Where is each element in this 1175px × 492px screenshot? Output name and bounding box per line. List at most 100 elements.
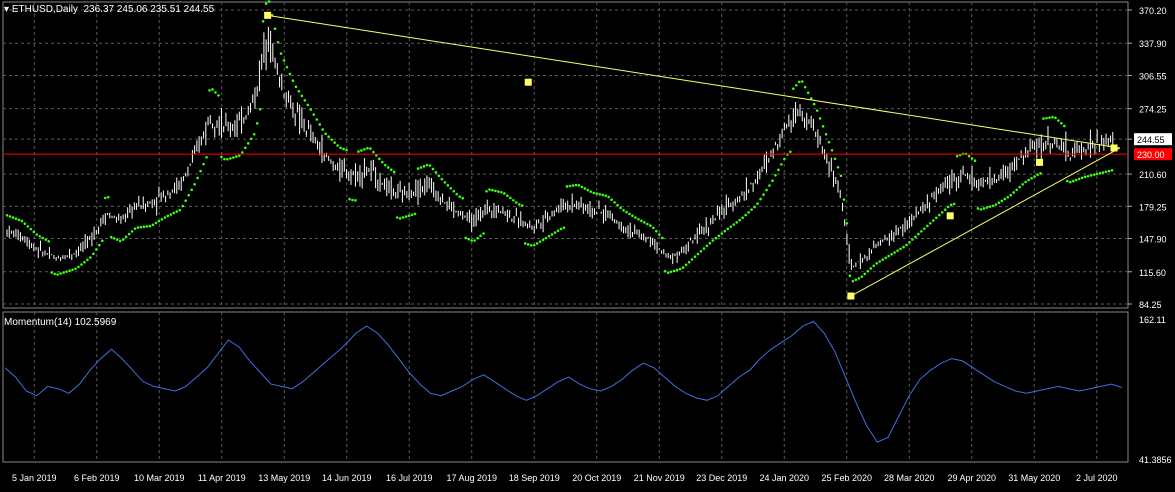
sar-dot xyxy=(723,229,727,233)
sar-dot xyxy=(14,217,18,221)
sar-dot xyxy=(169,213,173,216)
sar-dot xyxy=(118,239,122,243)
sar-dot xyxy=(1071,179,1075,183)
horizontal-level-label: 230.00 xyxy=(1137,150,1165,160)
y-tick-label: 306.55 xyxy=(1139,71,1167,81)
x-tick-label: 13 May 2019 xyxy=(258,473,310,483)
sar-dot xyxy=(1054,116,1057,120)
sar-dot xyxy=(863,272,867,276)
sar-dot xyxy=(559,227,563,231)
chart-svg[interactable]: 370.20 337.90 306.55 274.25 244.55 210.60 179.… xyxy=(0,0,1175,487)
sar-dot xyxy=(83,260,86,264)
sar-dot xyxy=(282,59,286,62)
sar-dot xyxy=(1086,174,1090,178)
sar-dot xyxy=(729,225,733,228)
sar-dot xyxy=(23,222,27,225)
sar-dot xyxy=(249,137,253,141)
sar-dot xyxy=(678,267,682,271)
sar-dot xyxy=(255,122,259,125)
sar-dot xyxy=(619,206,622,210)
sar-dot xyxy=(410,213,414,217)
y-tick-label: 179.25 xyxy=(1139,202,1167,212)
y-tick-label: 210.60 xyxy=(1139,170,1167,180)
chart-window[interactable]: 370.20 337.90 306.55 274.25 244.55 210.60 179.… xyxy=(0,0,1175,487)
sar-dot xyxy=(1051,115,1054,119)
sar-dot xyxy=(952,202,956,206)
sar-dot xyxy=(294,85,298,89)
sar-dot xyxy=(917,232,920,236)
sar-dot xyxy=(705,244,709,248)
sar-dot xyxy=(392,170,396,174)
sar-dot xyxy=(80,263,83,266)
sar-dot xyxy=(634,216,637,219)
sar-dot xyxy=(20,219,24,223)
sar-dot xyxy=(750,208,753,211)
sar-dot xyxy=(264,2,268,5)
x-tick-label: 21 Nov 2019 xyxy=(634,473,685,483)
sar-dot xyxy=(461,196,465,200)
sar-dot xyxy=(985,206,989,209)
sar-dot xyxy=(68,269,71,272)
sar-dot xyxy=(56,273,59,276)
sar-dot xyxy=(321,128,325,131)
sar-dot xyxy=(1110,169,1114,172)
sar-dot xyxy=(741,216,744,220)
sar-dot xyxy=(1083,175,1087,179)
sar-dot xyxy=(994,203,998,206)
sar-dot xyxy=(696,252,700,256)
sar-dot xyxy=(434,171,438,174)
sar-dot xyxy=(1060,121,1063,125)
trendline-anchor xyxy=(524,78,532,86)
momentum-line xyxy=(4,320,1123,443)
current-price-label: 244.55 xyxy=(1137,135,1165,145)
sar-dot xyxy=(366,146,369,150)
sar-dot xyxy=(756,202,759,205)
sar-dot xyxy=(479,234,482,238)
sar-dot xyxy=(1107,169,1111,173)
sar-dot xyxy=(240,151,244,154)
sar-dot xyxy=(672,269,676,273)
sar-dot xyxy=(893,251,896,254)
sar-dot xyxy=(943,208,947,211)
sar-dot xyxy=(631,214,634,217)
trendline-anchor xyxy=(847,292,855,300)
sar-dot xyxy=(485,189,488,193)
sar-dot xyxy=(1036,173,1039,176)
sar-dot xyxy=(818,117,822,120)
sar-dot xyxy=(759,197,762,201)
dropdown-icon[interactable]: ▾ xyxy=(4,4,12,15)
sar-dot xyxy=(1095,172,1099,176)
sar-dot xyxy=(297,89,301,93)
sar-dot xyxy=(184,199,188,202)
sar-dot xyxy=(431,167,435,171)
sar-dot xyxy=(842,198,846,201)
sar-dot xyxy=(348,197,351,201)
sar-dot xyxy=(1080,176,1084,180)
y-tick-label: 274.25 xyxy=(1139,105,1167,115)
sar-dot xyxy=(89,256,92,259)
x-tick-label: 6 Feb 2019 xyxy=(74,473,120,483)
sar-dot xyxy=(92,252,95,256)
sar-dot xyxy=(273,27,277,31)
sar-dot xyxy=(598,192,602,196)
sar-dot xyxy=(777,168,780,172)
trendline-anchor xyxy=(1110,144,1118,152)
sar-dot xyxy=(32,230,36,234)
sar-dot xyxy=(884,256,887,260)
sar-dot xyxy=(914,235,917,239)
sar-dot xyxy=(762,193,765,196)
sar-dot xyxy=(476,236,479,240)
sar-dot xyxy=(130,230,134,233)
sar-dot xyxy=(369,147,372,150)
sar-dot xyxy=(1048,116,1051,119)
sar-dot xyxy=(827,140,831,144)
sar-dot xyxy=(446,184,450,187)
sar-dot xyxy=(312,113,316,116)
sar-dot xyxy=(1021,183,1024,186)
x-tick-label: 5 Jan 2019 xyxy=(12,473,57,483)
sar-dot xyxy=(106,195,110,199)
sar-dot xyxy=(315,118,319,121)
sar-dot xyxy=(223,157,226,161)
sar-dot xyxy=(139,225,143,229)
sar-dot xyxy=(17,218,21,222)
